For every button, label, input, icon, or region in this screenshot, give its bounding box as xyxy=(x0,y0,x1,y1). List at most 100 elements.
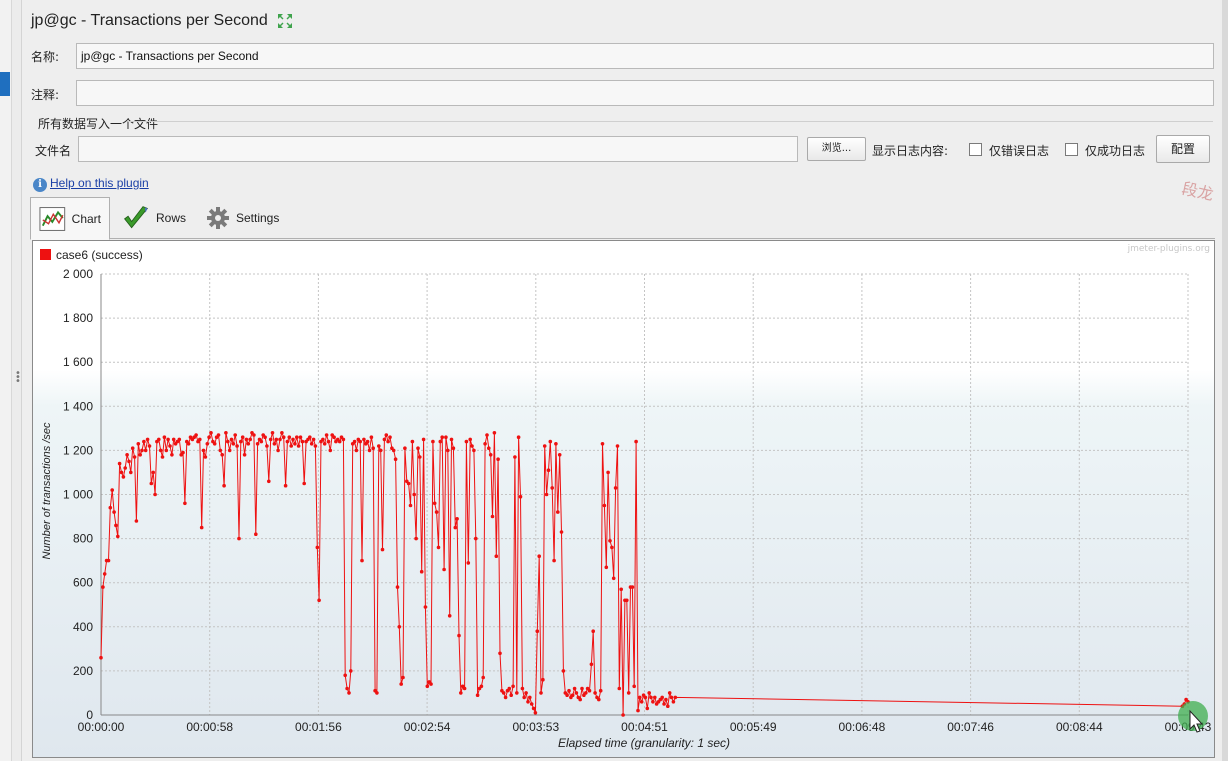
left-tree-panel xyxy=(0,0,12,761)
data-point xyxy=(326,439,331,444)
data-point xyxy=(610,545,614,550)
data-point xyxy=(186,442,191,446)
data-point xyxy=(388,435,392,439)
data-point xyxy=(529,702,534,706)
tps-chart[interactable]: 02004006008001 0001 2001 4001 6001 8002 … xyxy=(33,241,1214,757)
errors-only-checkbox[interactable] xyxy=(969,143,982,156)
data-point xyxy=(498,651,502,656)
data-point xyxy=(138,453,142,457)
help-link[interactable]: Help on this plugin xyxy=(50,176,149,190)
tab-settings[interactable]: Settings xyxy=(198,197,288,239)
expand-icon[interactable] xyxy=(277,13,293,29)
log-display-label: 显示日志内容: xyxy=(872,144,949,158)
data-point xyxy=(414,536,418,541)
data-point xyxy=(548,439,553,444)
data-point xyxy=(263,435,267,439)
name-field[interactable]: jp@gc - Transactions per Second xyxy=(76,43,1214,69)
data-point xyxy=(181,450,185,455)
data-point xyxy=(198,437,202,442)
splitter-grip-icon[interactable]: • • • xyxy=(15,369,21,387)
data-point xyxy=(593,691,597,695)
data-point xyxy=(367,448,372,453)
right-scrollbar[interactable] xyxy=(1222,0,1228,761)
data-point xyxy=(647,691,651,695)
data-point xyxy=(240,435,245,439)
data-point xyxy=(347,691,351,695)
data-point xyxy=(108,505,113,510)
data-point xyxy=(274,437,279,442)
data-point xyxy=(507,686,512,691)
data-point xyxy=(254,532,258,536)
data-point xyxy=(613,486,618,490)
data-point xyxy=(520,686,525,691)
data-point xyxy=(127,459,131,464)
data-point xyxy=(205,442,210,446)
data-point xyxy=(278,437,282,442)
data-point xyxy=(136,442,141,446)
legend-swatch xyxy=(40,249,51,260)
y-tick-label: 400 xyxy=(73,620,93,634)
tab-chart[interactable]: Chart xyxy=(30,197,110,240)
data-point xyxy=(401,675,405,680)
data-point xyxy=(378,448,383,453)
data-point xyxy=(539,691,543,695)
data-point xyxy=(617,686,622,691)
data-point xyxy=(235,444,239,448)
data-point xyxy=(556,510,560,514)
filename-field[interactable] xyxy=(78,136,798,162)
data-point xyxy=(345,686,349,691)
data-point xyxy=(509,693,513,697)
data-point xyxy=(662,702,666,706)
data-point xyxy=(515,691,519,695)
data-point xyxy=(604,565,609,570)
data-point xyxy=(487,446,491,450)
data-point xyxy=(518,494,523,499)
data-point xyxy=(546,468,551,472)
data-point xyxy=(397,625,402,629)
data-point xyxy=(177,437,182,442)
data-point xyxy=(572,686,577,691)
data-point xyxy=(229,437,234,442)
legend-label: case6 (success) xyxy=(56,248,143,262)
x-tick-label: 00:06:48 xyxy=(839,720,886,734)
data-point xyxy=(496,457,500,461)
data-point xyxy=(134,519,139,523)
data-point xyxy=(337,439,342,444)
data-point xyxy=(132,455,137,459)
browse-button[interactable]: 浏览... xyxy=(807,137,866,161)
data-point xyxy=(535,629,540,633)
y-tick-label: 1 400 xyxy=(63,399,93,413)
data-point xyxy=(466,561,471,565)
data-point xyxy=(606,470,610,475)
data-point xyxy=(578,697,582,702)
filename-label: 文件名 xyxy=(35,144,72,158)
data-point xyxy=(162,435,167,439)
data-point xyxy=(341,437,346,442)
data-point xyxy=(160,455,165,459)
data-point xyxy=(451,446,456,450)
success-only-checkbox[interactable] xyxy=(1065,143,1078,156)
data-point xyxy=(669,695,674,700)
data-point xyxy=(101,585,105,589)
data-point xyxy=(352,439,357,444)
data-point xyxy=(591,629,595,633)
data-point xyxy=(145,437,150,442)
configure-button[interactable]: 配置 xyxy=(1156,135,1210,163)
panel-splitter[interactable]: • • • xyxy=(12,0,22,761)
data-point xyxy=(255,442,260,446)
chart-panel: 0 200 400 600 800 1 000 1 200 1 400 1 600 1 800 2 … xyxy=(32,240,1215,758)
data-point xyxy=(611,576,616,581)
tab-rows[interactable]: Rows xyxy=(114,197,194,239)
data-point xyxy=(300,439,305,444)
comment-field[interactable] xyxy=(76,80,1214,106)
y-tick-label: 200 xyxy=(73,664,93,678)
page-title: jp@gc - Transactions per Second xyxy=(31,12,268,29)
tree-selection-marker xyxy=(0,72,10,96)
data-point xyxy=(391,448,396,453)
data-point xyxy=(600,442,605,446)
data-point xyxy=(218,448,223,453)
data-point xyxy=(442,567,446,572)
data-point xyxy=(315,545,320,550)
data-point xyxy=(114,523,118,528)
info-icon: i xyxy=(33,178,47,192)
